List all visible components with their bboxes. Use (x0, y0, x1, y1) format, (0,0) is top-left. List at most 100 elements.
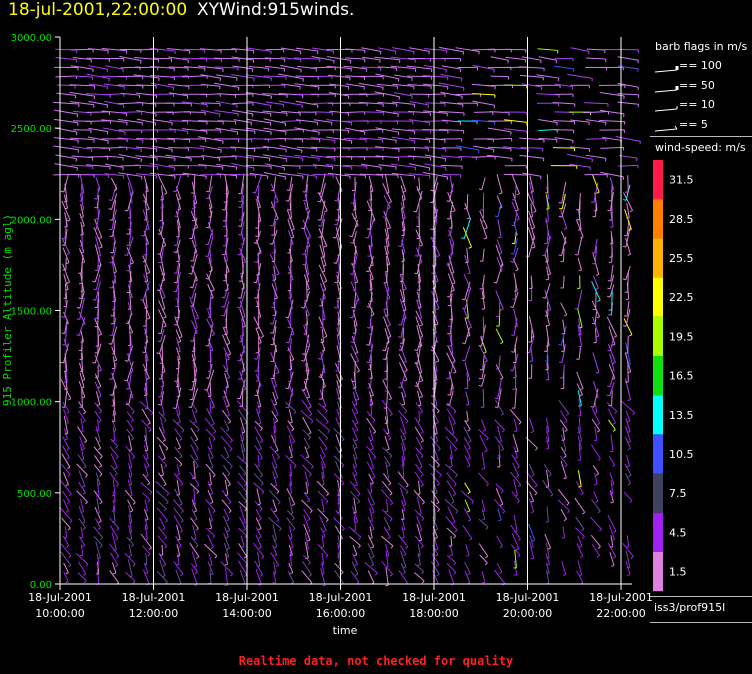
wind-barb-flag (550, 494, 554, 497)
wind-barb-flag (109, 334, 113, 337)
wind-barb-flag (179, 463, 183, 467)
wind-barb-flag (291, 228, 295, 231)
wind-barb-flag (230, 573, 234, 577)
wind-barb-flag (403, 438, 407, 441)
wind-barb-flag (453, 410, 457, 414)
wind-barb-flag (629, 210, 633, 213)
wind-barb-flag (563, 477, 567, 480)
wind-barb-flag (627, 440, 631, 443)
wind-barb (254, 420, 263, 429)
wind-barb (175, 535, 182, 547)
wind-barb (176, 524, 181, 540)
wind-barb (382, 447, 393, 457)
wind-barb (124, 553, 136, 565)
wind-barb-flag (461, 298, 465, 301)
wind-barb-flag (289, 394, 294, 397)
wind-barb-flag (196, 429, 200, 433)
wind-barb-flag (307, 236, 311, 239)
wind-barb-flag (372, 420, 376, 423)
wind-barb-flag (531, 474, 535, 477)
wind-barb-flag (93, 228, 97, 230)
wind-barb (215, 66, 239, 69)
wind-barb-flag (382, 358, 386, 360)
wind-barb-flag (108, 378, 113, 380)
wind-barb-flag (317, 192, 321, 195)
wind-barb-flag (510, 252, 514, 255)
wind-barb-flag (131, 437, 135, 441)
wind-barb-flag (531, 246, 536, 249)
wind-barb-flag (590, 201, 594, 204)
wind-barb-flag (334, 223, 338, 226)
wind-barb (383, 455, 391, 466)
wind-barb-flag (212, 535, 216, 539)
wind-barb-flag (578, 486, 582, 488)
wind-barb (288, 409, 293, 423)
wind-barb-flag (212, 510, 216, 514)
wind-barb-flag (590, 406, 594, 408)
wind-barb-flag (241, 545, 245, 548)
wind-barb-flag (124, 379, 128, 382)
wind-barb-flag (65, 581, 69, 584)
wind-barb-flag (355, 398, 359, 401)
wind-barb-flag (225, 386, 229, 389)
legend-color-swatch (653, 434, 663, 474)
wind-barb-flag (173, 290, 177, 293)
x-axis: 18-Jul-200110:00:0018-Jul-200112:00:0018… (28, 584, 653, 637)
wind-barb (158, 411, 167, 421)
wind-barb-flag (259, 440, 264, 444)
wind-barb (94, 455, 103, 466)
wind-barb-flag (558, 254, 562, 257)
wind-barb-flag (224, 563, 228, 566)
wind-barb-flag (558, 202, 562, 204)
wind-barb-flag (82, 573, 86, 576)
legend-barb-50: == 50 (679, 79, 715, 92)
wind-barb-flag (97, 385, 102, 389)
wind-barb-flag (507, 60, 509, 64)
wind-barb (382, 316, 392, 337)
wind-barb (600, 146, 624, 149)
wind-barb-flag (622, 278, 626, 281)
wind-barb-flag (398, 323, 402, 326)
wind-barb (217, 155, 236, 158)
wind-barb-flag (229, 466, 233, 469)
wind-barb-flag (241, 287, 245, 290)
wind-barb-flag (325, 501, 329, 504)
wind-barb-flag (230, 439, 233, 443)
wind-barb (444, 498, 459, 512)
wind-barb-flag (358, 536, 362, 540)
wind-barb (156, 490, 169, 503)
wind-barb-flag (451, 501, 455, 504)
wind-barb (606, 316, 618, 337)
wind-barb-flag (462, 342, 466, 345)
wind-barb-flag (372, 431, 376, 434)
wind-barb-flag (162, 457, 166, 461)
wind-barb (168, 173, 188, 176)
wind-barb-flag (452, 521, 456, 524)
wind-barb (221, 489, 232, 503)
wind-barb-flag (259, 574, 263, 577)
wind-barb-flag (323, 245, 327, 248)
wind-barb (249, 146, 269, 149)
wind-barb-flag (83, 580, 87, 584)
wind-barb-flag (238, 378, 242, 380)
wind-barb (607, 514, 617, 532)
wind-barb-flag (276, 519, 280, 523)
wind-barb (174, 456, 183, 465)
wind-barb (321, 498, 325, 512)
wind-barb (478, 472, 489, 485)
wind-barb-flag (305, 370, 309, 372)
wind-barb (625, 473, 631, 484)
wind-barb-flag (276, 564, 280, 568)
wind-barb-flag (108, 199, 113, 202)
wind-barb-flag (147, 553, 151, 557)
wind-barb-flag (369, 377, 373, 380)
wind-barb-flag (161, 414, 165, 417)
wind-barb-flag (372, 476, 376, 479)
wind-barb-flag (285, 341, 289, 344)
wind-barb-flag (75, 132, 78, 136)
wind-barb-flag (581, 536, 585, 539)
wind-barb (482, 388, 485, 408)
wind-barb (220, 561, 234, 575)
wind-barb (95, 236, 102, 256)
wind-barb-flag (403, 361, 407, 364)
